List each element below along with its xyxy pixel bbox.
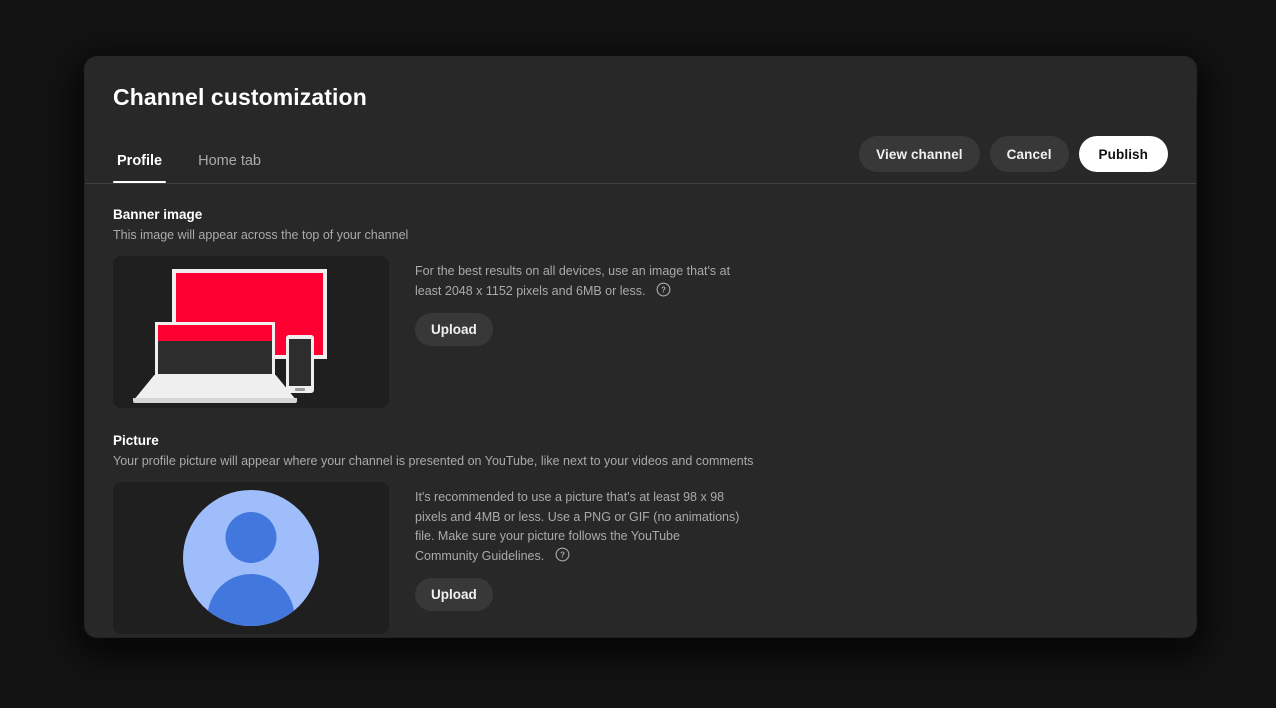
section-picture: Picture Your profile picture will appear…: [113, 432, 1168, 634]
header-row: Profile Home tab View channel Cancel Pub…: [113, 131, 1168, 183]
card-header: Channel customization Profile Home tab V…: [85, 57, 1196, 183]
app-screen: Channel customization Profile Home tab V…: [0, 0, 1276, 708]
banner-image-hint-label: For the best results on all devices, use…: [415, 264, 730, 298]
laptop-icon: [155, 322, 275, 377]
upload-picture-button[interactable]: Upload: [415, 578, 493, 611]
default-avatar-icon: [183, 490, 319, 626]
upload-banner-button[interactable]: Upload: [415, 313, 493, 346]
publish-button[interactable]: Publish: [1079, 136, 1168, 172]
header-actions: View channel Cancel Publish: [859, 136, 1168, 172]
device-mockup-illustration: [113, 256, 389, 408]
laptop-foot: [133, 398, 297, 403]
avatar-body: [208, 574, 295, 626]
help-circle-icon[interactable]: ?: [656, 282, 671, 297]
banner-image-preview[interactable]: [113, 256, 389, 408]
svg-text:?: ?: [661, 285, 666, 294]
tab-bar: Profile Home tab: [113, 152, 265, 183]
page-title: Channel customization: [113, 83, 1168, 111]
profile-picture-hint-text: It's recommended to use a picture that's…: [415, 488, 745, 566]
tab-home-tab[interactable]: Home tab: [194, 152, 265, 183]
section-content-picture: It's recommended to use a picture that's…: [113, 482, 1168, 634]
profile-picture-hint-label: It's recommended to use a picture that's…: [415, 490, 739, 563]
tab-profile[interactable]: Profile: [113, 152, 166, 183]
section-content-banner-image: For the best results on all devices, use…: [113, 256, 1168, 408]
phone-icon: [286, 335, 314, 393]
section-title-picture: Picture: [113, 432, 1168, 450]
avatar-head: [226, 512, 277, 563]
channel-customization-card: Channel customization Profile Home tab V…: [85, 57, 1196, 637]
banner-image-hint: For the best results on all devices, use…: [415, 256, 745, 408]
view-channel-button[interactable]: View channel: [859, 136, 980, 172]
cancel-button[interactable]: Cancel: [990, 136, 1069, 172]
section-description-picture: Your profile picture will appear where y…: [113, 453, 1168, 470]
banner-image-hint-text: For the best results on all devices, use…: [415, 262, 745, 301]
phone-screen: [289, 339, 311, 386]
card-body: Banner image This image will appear acro…: [85, 184, 1196, 634]
profile-picture-hint: It's recommended to use a picture that's…: [415, 482, 745, 634]
profile-picture-preview[interactable]: [113, 482, 389, 634]
laptop-screen: [158, 325, 272, 374]
phone-home-button: [295, 388, 305, 391]
section-title-banner-image: Banner image: [113, 206, 1168, 224]
help-circle-icon[interactable]: ?: [555, 547, 570, 562]
section-description-banner-image: This image will appear across the top of…: [113, 227, 1168, 244]
section-banner-image: Banner image This image will appear acro…: [113, 206, 1168, 408]
svg-text:?: ?: [560, 550, 565, 559]
